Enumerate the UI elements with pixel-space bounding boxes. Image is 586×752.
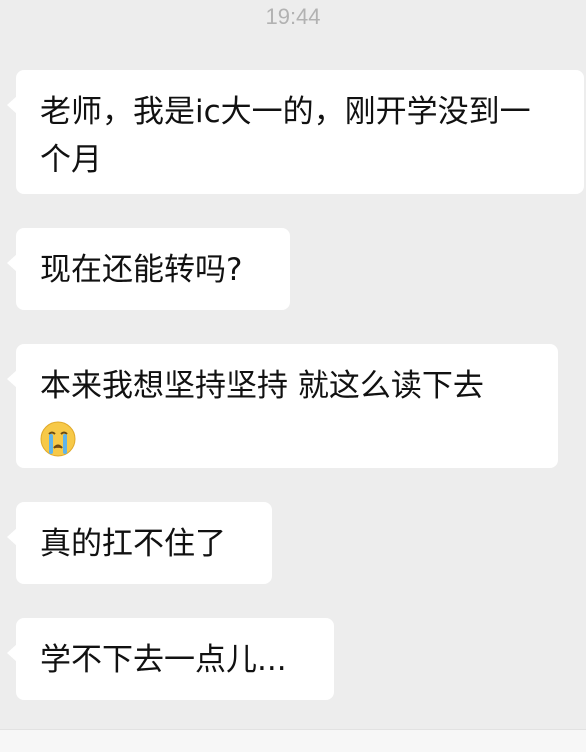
message-text: 本来我想坚持坚持 就这么读下去 — [40, 368, 484, 404]
chat-bubble-1[interactable]: 老师，我是ic大一的，刚开学没到一个月 — [7, 70, 584, 194]
message-text: 现在还能转吗? — [40, 252, 243, 288]
message-timestamp: 19:44 — [265, 4, 321, 29]
message-text: 真的扛不住了 — [40, 526, 226, 562]
crying-face-emoji — [40, 421, 76, 456]
chat-bubble-2[interactable]: 现在还能转吗? — [7, 228, 290, 310]
chat-input-bar[interactable] — [0, 729, 586, 752]
chat-bubble-3[interactable]: 本来我想坚持坚持 就这么读下去 — [7, 344, 558, 468]
message-text: 学不下去一点儿... — [40, 642, 287, 678]
chat-bubble-5[interactable]: 学不下去一点儿... — [7, 618, 334, 700]
message-text: 老师，我是ic大一的，刚开学没到一个月 — [40, 94, 531, 178]
chat-bubble-4[interactable]: 真的扛不住了 — [7, 502, 272, 584]
